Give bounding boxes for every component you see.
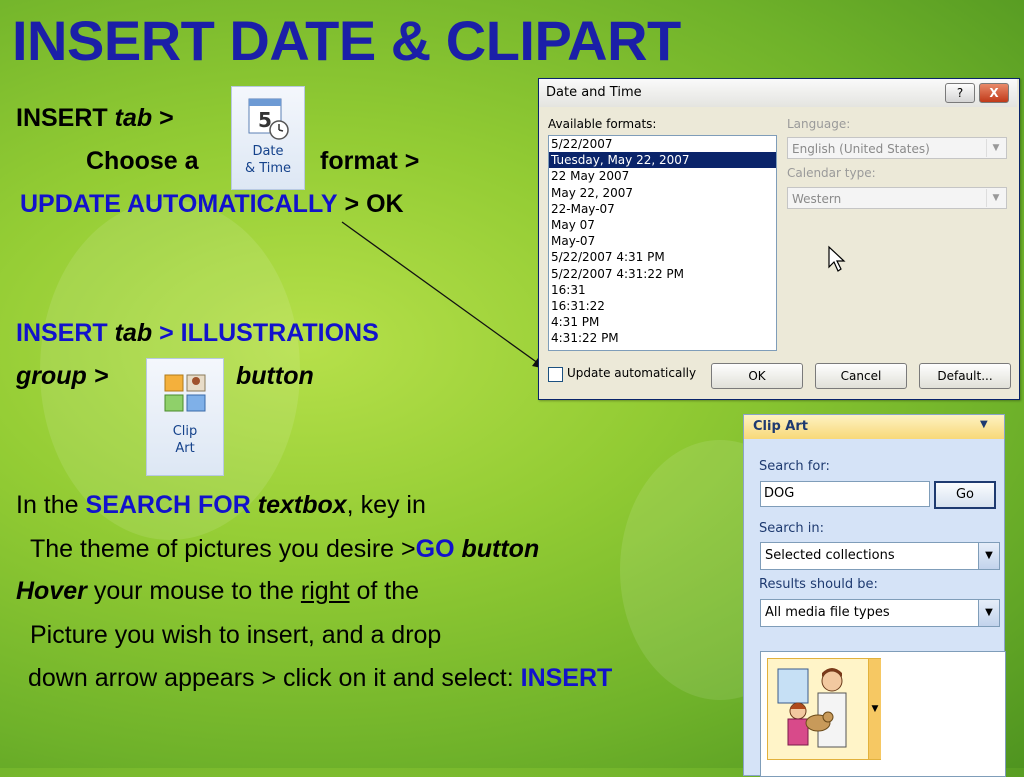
- update-automatically-checkbox[interactable]: [548, 367, 563, 382]
- clip-art-button[interactable]: Clip Art: [146, 358, 224, 476]
- update-automatically-keyword: UPDATE AUTOMATICALLY: [20, 190, 338, 218]
- date-time-dialog: Date and Time ? X Available formats: 5/2…: [538, 78, 1020, 400]
- go-keyword: GO: [415, 535, 455, 563]
- right-word: right: [300, 577, 350, 605]
- instruction-line-1: INSERT tab >: [16, 104, 174, 133]
- format-option[interactable]: 4:31:22 PM: [549, 330, 776, 346]
- format-option[interactable]: May 22, 2007: [549, 185, 776, 201]
- chevron-down-icon: ▼: [978, 543, 999, 569]
- calendar-type-value: Western: [792, 192, 842, 206]
- dropdown-text: down arrow appears > click on it and sel…: [28, 664, 514, 692]
- tab-word: tab: [114, 104, 153, 132]
- insert-keyword-3: INSERT: [520, 664, 613, 692]
- date-time-button[interactable]: 5 Date & Time: [231, 86, 305, 190]
- pane-menu-icon[interactable]: ▼: [980, 419, 988, 430]
- search-for-label: Search for:: [759, 459, 830, 474]
- dialog-title: Date and Time: [546, 85, 642, 100]
- chevron-down-icon: ▼: [986, 139, 1005, 157]
- format-option[interactable]: May 07: [549, 217, 776, 233]
- language-select[interactable]: English (United States) ▼: [787, 137, 1007, 159]
- format-option[interactable]: 16:31: [549, 282, 776, 298]
- cancel-button[interactable]: Cancel: [815, 363, 907, 389]
- button-text: button: [236, 362, 314, 390]
- go-button[interactable]: Go: [934, 481, 996, 509]
- button-word: button: [461, 535, 540, 563]
- instruction-line-3: UPDATE AUTOMATICALLY > OK: [20, 190, 404, 219]
- ok-button[interactable]: OK: [711, 363, 803, 389]
- slide-title: INSERT DATE & CLIPART: [12, 9, 681, 72]
- calendar-type-label: Calendar type:: [787, 166, 876, 180]
- textbox-word: textbox: [257, 491, 347, 519]
- of-the-text: of the: [356, 577, 420, 605]
- instruction-line-7: The theme of pictures you desire >GO but…: [30, 535, 539, 564]
- instruction-line-6: In the SEARCH FOR textbox, key in: [16, 491, 426, 520]
- search-in-value: Selected collections: [765, 548, 895, 563]
- hover-text: your mouse to the: [93, 577, 294, 605]
- format-option[interactable]: 5/22/2007 4:31:22 PM: [549, 266, 776, 282]
- results-type-value: All media file types: [765, 605, 890, 620]
- insert-keyword-2: INSERT: [16, 319, 108, 347]
- mouse-cursor-icon: [828, 245, 846, 272]
- vet-with-dog-clipart: [777, 668, 847, 748]
- language-label: Language:: [787, 117, 851, 131]
- ok-text: > OK: [344, 190, 404, 218]
- date-time-label-1: Date: [252, 144, 284, 159]
- arrow-text: >: [159, 104, 174, 132]
- dialog-title-bar: Date and Time ? X: [539, 79, 1017, 107]
- format-text: format >: [320, 147, 420, 175]
- choose-text: Choose a: [86, 147, 199, 175]
- format-option[interactable]: 22 May 2007: [549, 168, 776, 184]
- close-button[interactable]: X: [979, 83, 1009, 103]
- results-area: ▼: [760, 651, 1006, 777]
- clip-art-label-2: Art: [175, 441, 195, 456]
- thumbnail-dropdown-arrow[interactable]: ▼: [868, 659, 881, 759]
- format-option[interactable]: May-07: [549, 233, 776, 249]
- theme-text: The theme of pictures you desire >: [30, 535, 416, 563]
- date-time-label-2: & Time: [244, 161, 292, 176]
- formats-list[interactable]: 5/22/2007 Tuesday, May 22, 2007 22 May 200…: [548, 135, 777, 351]
- results-type-select[interactable]: All media file types ▼: [760, 599, 1000, 627]
- default-button[interactable]: Default...: [919, 363, 1011, 389]
- clip-art-pane: Clip Art ▼ Search for: DOG Go Search in:…: [743, 414, 1006, 777]
- insert-keyword: INSERT: [16, 104, 108, 132]
- instruction-line-9: Picture you wish to insert, and a drop: [30, 621, 442, 649]
- update-automatically-label: Update automatically: [567, 366, 697, 380]
- tab-word-2: tab: [114, 319, 153, 347]
- language-value: English (United States): [792, 142, 930, 156]
- format-option[interactable]: 5/22/2007 4:31 PM: [549, 249, 776, 265]
- chevron-down-icon: ▼: [978, 600, 999, 626]
- group-text: group >: [16, 362, 109, 390]
- format-option[interactable]: Tuesday, May 22, 2007: [549, 152, 776, 169]
- instruction-line-8: Hover your mouse to the right of the: [16, 577, 419, 606]
- hover-word: Hover: [16, 577, 87, 605]
- results-should-be-label: Results should be:: [759, 577, 878, 592]
- illustrations-keyword: > ILLUSTRATIONS: [159, 319, 379, 347]
- search-for-keyword: SEARCH FOR: [85, 491, 251, 519]
- chevron-down-icon: ▼: [986, 189, 1005, 207]
- clip-art-pane-title: Clip Art: [753, 419, 808, 434]
- format-option[interactable]: 4:31 PM: [549, 314, 776, 330]
- clip-art-pane-title-bar: Clip Art ▼: [744, 415, 1004, 439]
- clip-art-label-1: Clip: [172, 424, 198, 439]
- format-option[interactable]: 5/22/2007: [549, 136, 776, 152]
- clip-art-thumbnail[interactable]: ▼: [767, 658, 881, 760]
- clip-art-icon: [164, 374, 206, 412]
- calendar-type-select[interactable]: Western ▼: [787, 187, 1007, 209]
- format-option[interactable]: 22-May-07: [549, 201, 776, 217]
- instruction-line-10: down arrow appears > click on it and sel…: [28, 664, 612, 693]
- search-in-label: Search in:: [759, 521, 825, 536]
- format-option[interactable]: 16:31:22: [549, 298, 776, 314]
- search-input[interactable]: DOG: [760, 481, 930, 507]
- help-button[interactable]: ?: [945, 83, 975, 103]
- instruction-line-2: Choose a: [86, 147, 199, 176]
- formats-label: Available formats:: [548, 117, 657, 131]
- key-in-text: , key in: [346, 491, 426, 519]
- calendar-clock-icon: 5: [248, 98, 289, 140]
- instruction-line-4: INSERT tab > ILLUSTRATIONS: [16, 319, 379, 348]
- in-the-text: In the: [16, 491, 79, 519]
- search-in-select[interactable]: Selected collections ▼: [760, 542, 1000, 570]
